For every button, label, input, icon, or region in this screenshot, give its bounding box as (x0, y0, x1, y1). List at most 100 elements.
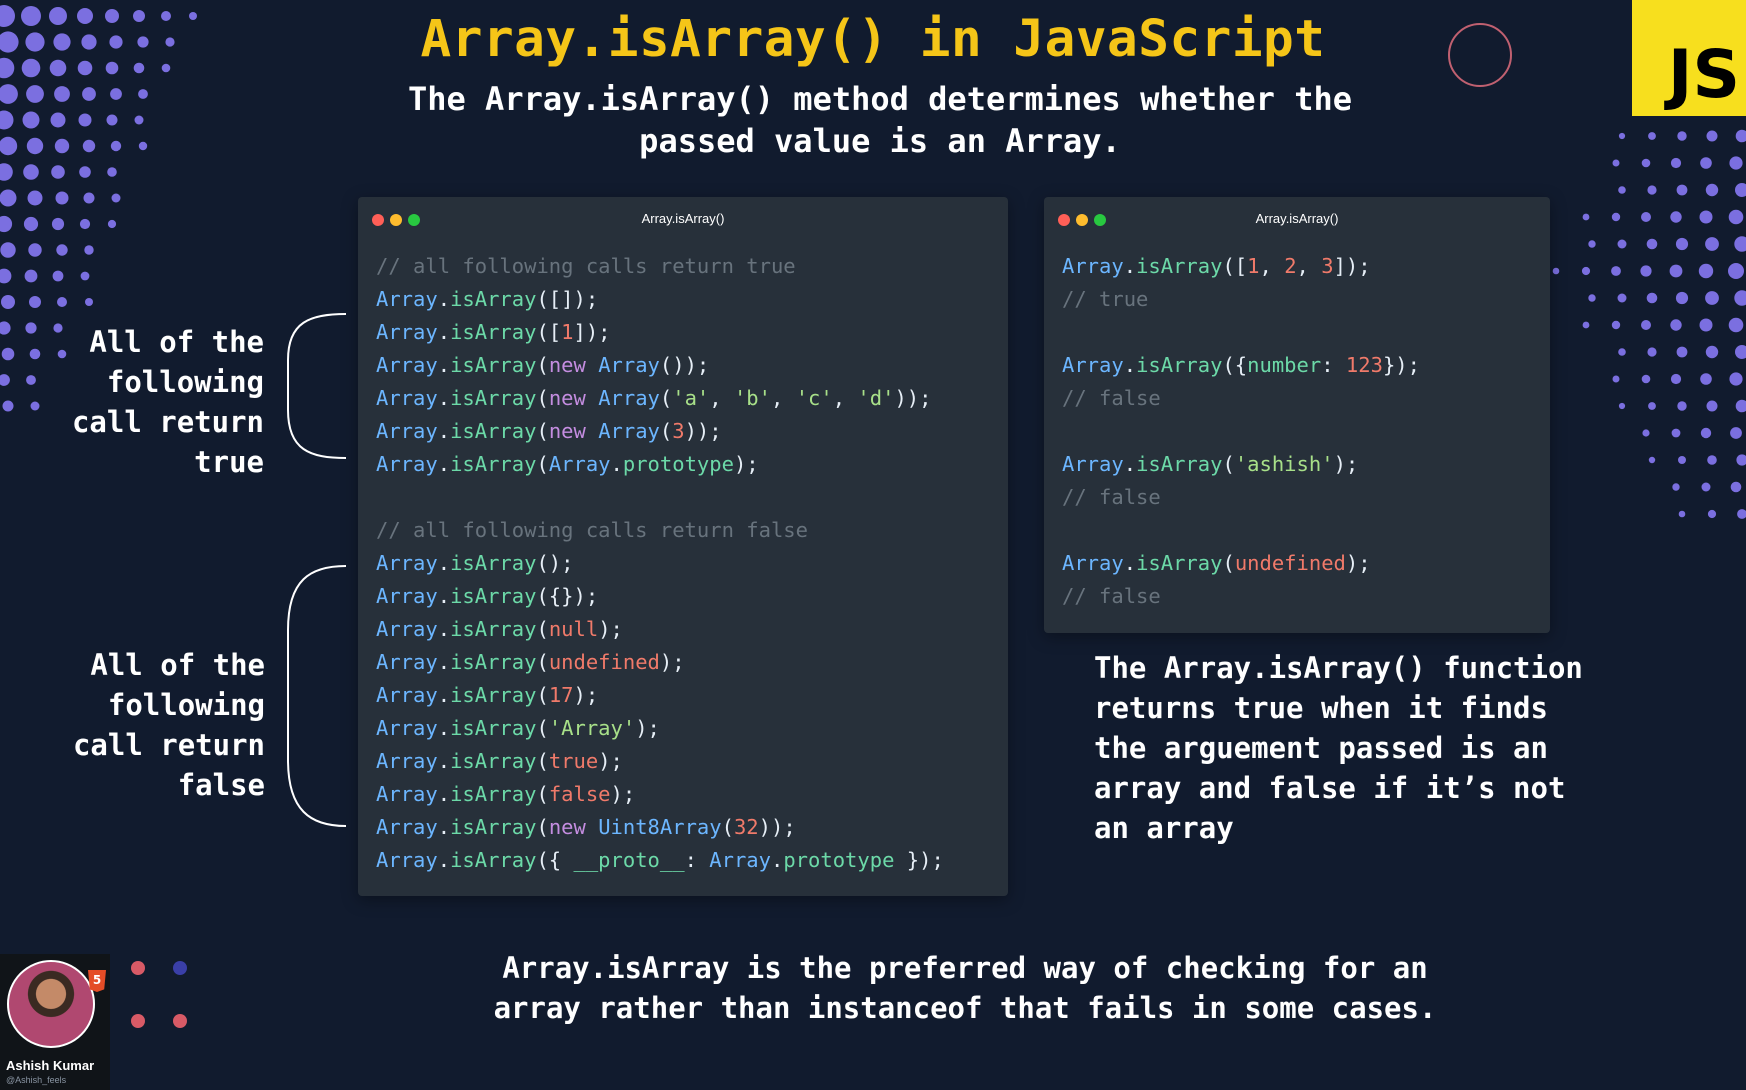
dot (1728, 263, 1744, 279)
dot (106, 114, 118, 126)
dot (1707, 455, 1717, 465)
code-token: ( (536, 452, 549, 476)
code-token: new (548, 419, 586, 443)
dot (0, 374, 10, 386)
dot (1612, 375, 1620, 383)
code-token: )); (684, 419, 722, 443)
code-token: Array (548, 452, 611, 476)
dot (1670, 157, 1682, 169)
window-title: Array.isArray() (1255, 211, 1339, 226)
code-token: Array (598, 386, 660, 410)
dot (1705, 237, 1719, 251)
code-token: ([]); (536, 287, 599, 311)
code-token: isArray (1136, 452, 1223, 476)
code-token: 3 (672, 419, 685, 443)
dot (110, 140, 122, 152)
code-token: . (437, 320, 451, 344)
code-token: true (548, 749, 599, 773)
dot (28, 243, 42, 257)
code-token: isArray (450, 716, 537, 740)
label-line: All of the (89, 325, 264, 359)
code-token: Array (376, 782, 438, 806)
code-token: . (1123, 551, 1137, 575)
dot (84, 245, 94, 255)
dot (138, 141, 148, 151)
code-token: Array (376, 749, 438, 773)
code-line: Array.isArray(new Array('a', 'b', 'c', '… (376, 382, 1008, 415)
dot (50, 112, 66, 128)
dot (1581, 266, 1591, 276)
code-token: ]); (573, 320, 611, 344)
code-token: 1 (561, 320, 574, 344)
dot (1736, 454, 1746, 466)
dot (1588, 294, 1596, 302)
code-token: Array (376, 320, 438, 344)
dot (1705, 345, 1719, 359)
note-line: The Array.isArray() function (1094, 651, 1583, 685)
code-token: isArray (450, 353, 537, 377)
dot (1677, 131, 1687, 141)
dot (23, 216, 39, 232)
dot (1618, 186, 1626, 194)
code-token: : (684, 848, 710, 872)
code-token: ( (1222, 452, 1235, 476)
dot (27, 190, 43, 206)
code-line: Array.isArray({}); (376, 580, 1008, 613)
code-token: Array (1062, 254, 1124, 278)
code-token: false (548, 782, 611, 806)
code-token: )); (894, 386, 932, 410)
code-token: . (1123, 353, 1137, 377)
code-token: // false (1062, 584, 1161, 608)
dot (138, 89, 148, 99)
label-false-group: All of the following call return false (30, 645, 265, 805)
code-token: isArray (1136, 353, 1223, 377)
code-token: new (548, 386, 586, 410)
dot (1670, 319, 1682, 331)
dot (107, 219, 117, 229)
code-token: Array (376, 386, 438, 410)
code-token: 32 (733, 815, 759, 839)
dot (1552, 267, 1560, 275)
code-token: ([ (1222, 254, 1248, 278)
code-token: Array (376, 353, 438, 377)
dot (56, 244, 68, 256)
dot (1701, 482, 1711, 492)
code-token: ()); (659, 353, 710, 377)
dot (79, 166, 91, 178)
code-token: . (437, 716, 451, 740)
code-token: 'a' (672, 386, 710, 410)
dot (78, 113, 92, 127)
code-token: ({}); (536, 584, 599, 608)
code-token: // all following calls return true (376, 254, 796, 278)
code-line: // false (1062, 382, 1550, 415)
dot (1670, 373, 1682, 385)
code-token: ); (1333, 452, 1359, 476)
code-line: Array.isArray({ __proto__: Array.prototy… (376, 844, 1008, 877)
footer-tip: Array.isArray is the preferred way of ch… (300, 948, 1630, 1028)
code-line: // true (1062, 283, 1550, 316)
dot (0, 110, 14, 130)
dot (1728, 317, 1744, 333)
code-token: ); (598, 749, 623, 773)
code-token: ]); (1333, 254, 1371, 278)
code-token: // all following calls return false (376, 518, 808, 542)
dot (1735, 399, 1746, 413)
code-line: Array.isArray(new Array(3)); (376, 415, 1008, 448)
code-token: )); (758, 815, 796, 839)
dot (1611, 320, 1621, 330)
dot (1735, 183, 1746, 197)
dot (1700, 373, 1712, 385)
code-token: ); (733, 452, 759, 476)
code-token: isArray (450, 650, 537, 674)
code-token: . (1123, 452, 1137, 476)
code-token: isArray (450, 320, 537, 344)
code-token: Array (1062, 452, 1124, 476)
html5-icon: 5 (88, 970, 106, 992)
code-window-summary: Array.isArray() Array.isArray([1, 2, 3])… (1044, 197, 1550, 633)
code-token: Array (376, 716, 438, 740)
label-line: true (194, 445, 264, 479)
dot (0, 163, 13, 181)
